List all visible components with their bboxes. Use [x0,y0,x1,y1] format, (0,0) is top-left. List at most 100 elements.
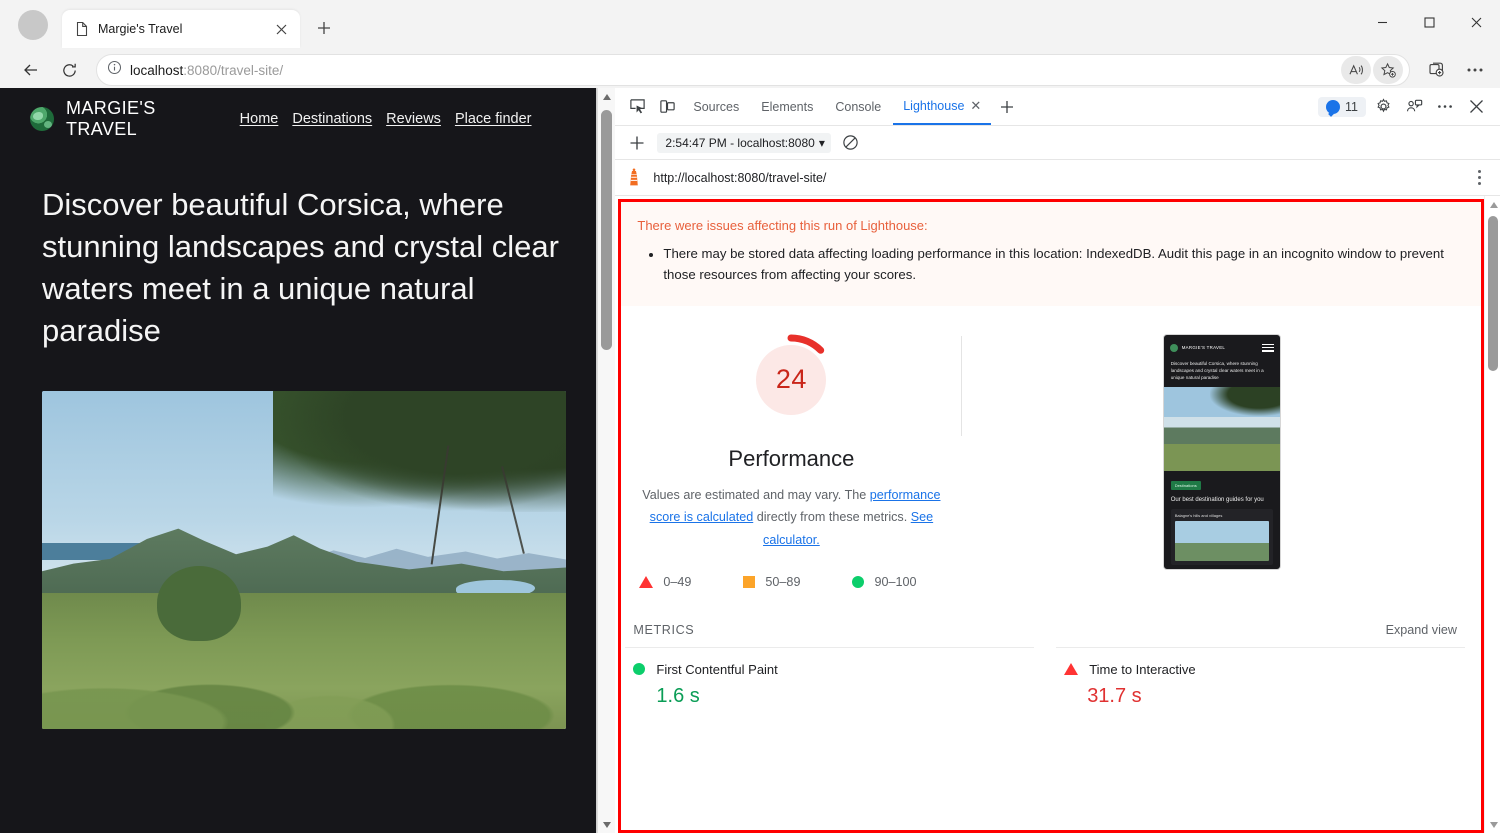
metrics-section: METRICS Expand view First Contentful Pai… [621,623,1481,708]
report-scroll-up-arrow[interactable] [1485,196,1500,213]
tab-sources[interactable]: Sources [683,89,749,125]
site-navigation: Home Destinations Reviews Place finder [240,111,532,127]
expand-view-button[interactable]: Expand view [1386,623,1457,637]
thumb-brand: MARGIE'S TRAVEL [1182,345,1225,350]
nav-link-destinations[interactable]: Destinations [292,111,372,127]
info-icon[interactable] [107,60,122,80]
page-scroll-thumb[interactable] [601,110,612,350]
site-header: MARGIE'S TRAVEL Home Destinations Review… [0,88,596,150]
score-section: 24 Performance Values are estimated and … [621,306,1481,589]
run-warnings: There were issues affecting this run of … [621,202,1481,306]
collections-icon[interactable] [1420,53,1454,87]
devtools-feedback-icon[interactable] [1400,93,1428,121]
performance-gauge[interactable]: 24 [743,332,839,428]
close-lighthouse-tab-icon[interactable]: ✕ [970,98,981,114]
content-area: MARGIE'S TRAVEL Home Destinations Review… [0,88,1500,833]
thumb-globe-icon [1170,344,1178,352]
thumb-card-image [1175,521,1269,561]
legend-range-pass: 90–100 [874,575,916,589]
gear-icon[interactable] [1369,93,1397,121]
close-window-button[interactable] [1453,0,1500,44]
reload-button[interactable] [52,53,86,87]
triangle-red-icon [1064,663,1078,675]
scroll-up-arrow[interactable] [598,88,615,105]
report-scroll-down-arrow[interactable] [1485,816,1500,833]
circle-green-icon [633,663,645,675]
address-bar[interactable]: localhost:8080/travel-site/ [96,54,1410,86]
brand-name: MARGIE'S TRAVEL [66,98,156,140]
clear-all-icon[interactable] [837,129,865,157]
more-settings-icon[interactable] [1458,53,1492,87]
window-controls [1359,0,1500,44]
tab-console[interactable]: Console [825,89,891,125]
kebab-menu-icon[interactable] [1470,170,1488,185]
legend-item-average: 50–89 [743,575,800,589]
report-scroll-thumb[interactable] [1488,216,1498,371]
inspect-element-icon[interactable] [623,93,651,121]
scrub-layer [42,593,566,728]
metric-time-to-interactive[interactable]: Time to Interactive 31.7 s [1056,647,1465,708]
add-favorite-icon[interactable] [1373,56,1403,84]
tab-title: Margie's Travel [98,22,262,36]
metric-row: Time to Interactive [1064,662,1457,677]
legend-range-fail: 0–49 [663,575,691,589]
back-button[interactable] [14,53,48,87]
report-url-text: http://localhost:8080/travel-site/ [653,171,1460,185]
thumb-card-title: Balagne's hills and villages [1175,513,1269,518]
lighthouse-report: There were issues affecting this run of … [618,199,1484,833]
device-toolbar-icon[interactable] [653,93,681,121]
more-options-icon[interactable] [1431,93,1459,121]
page-scrollbar[interactable] [597,88,615,833]
tab-elements[interactable]: Elements [751,89,823,125]
site-brand[interactable]: MARGIE'S TRAVEL [30,98,156,140]
thumb-header: MARGIE'S TRAVEL [1164,335,1280,361]
run-selector[interactable]: 2:54:47 PM - localhost:8080 ▾ [657,133,830,153]
tab-sources-label: Sources [693,100,739,114]
browser-tab[interactable]: Margie's Travel [62,10,300,48]
nav-link-home[interactable]: Home [240,111,279,127]
globe-icon [30,107,54,131]
nav-link-reviews[interactable]: Reviews [386,111,441,127]
page-icon [74,21,90,37]
issues-badge[interactable]: 11 [1318,97,1366,117]
tab-lighthouse[interactable]: Lighthouse ✕ [893,89,991,125]
score-category-title: Performance [728,446,854,472]
run-warning-item: There may be stored data affecting loadi… [663,243,1459,286]
devtools-panel: Sources Elements Console Lighthouse ✕ 11 [615,88,1500,833]
profile-avatar[interactable] [18,10,48,40]
thumb-hero-text: Discover beautiful Corsica, where stunni… [1164,361,1280,388]
score-description: Values are estimated and may vary. The p… [635,484,947,551]
close-tab-icon[interactable] [270,18,292,40]
thumb-hero-photo [1164,387,1280,471]
metrics-header: METRICS Expand view [625,623,1465,647]
title-bar: Margie's Travel [0,0,1500,48]
run-warnings-list: There may be stored data affecting loadi… [663,243,1459,286]
scroll-down-arrow[interactable] [598,816,615,833]
page-viewport: MARGIE'S TRAVEL Home Destinations Review… [0,88,597,833]
close-devtools-icon[interactable] [1462,93,1490,121]
nav-link-place-finder[interactable]: Place finder [455,111,532,127]
maximize-button[interactable] [1406,0,1453,44]
new-audit-button[interactable] [623,129,651,157]
run-selector-label: 2:54:47 PM - localhost:8080 [665,136,814,150]
tab-lighthouse-label: Lighthouse [903,99,964,113]
thumb-subheading: Our best destination guides for you [1164,492,1280,503]
report-scrollbar[interactable] [1484,196,1500,833]
new-tab-button[interactable] [309,13,339,43]
issues-icon [1326,100,1340,114]
square-orange-icon [743,576,755,588]
hero-image [42,391,566,729]
tab-elements-label: Elements [761,100,813,114]
metrics-label: METRICS [633,623,694,637]
read-aloud-icon[interactable] [1341,56,1371,84]
address-text: localhost:8080/travel-site/ [130,63,1333,78]
travel-site-page: MARGIE'S TRAVEL Home Destinations Review… [0,88,596,833]
navigation-toolbar: localhost:8080/travel-site/ [0,48,1500,92]
minimize-button[interactable] [1359,0,1406,44]
final-screenshot-thumbnail[interactable]: MARGIE'S TRAVEL Discover beautiful Corsi… [1163,334,1281,570]
metric-first-contentful-paint[interactable]: First Contentful Paint 1.6 s [625,647,1034,708]
metric-value: 1.6 s [633,685,1026,708]
address-bar-actions [1341,56,1403,84]
lighthouse-icon [625,168,643,188]
add-panel-button[interactable] [993,93,1021,121]
